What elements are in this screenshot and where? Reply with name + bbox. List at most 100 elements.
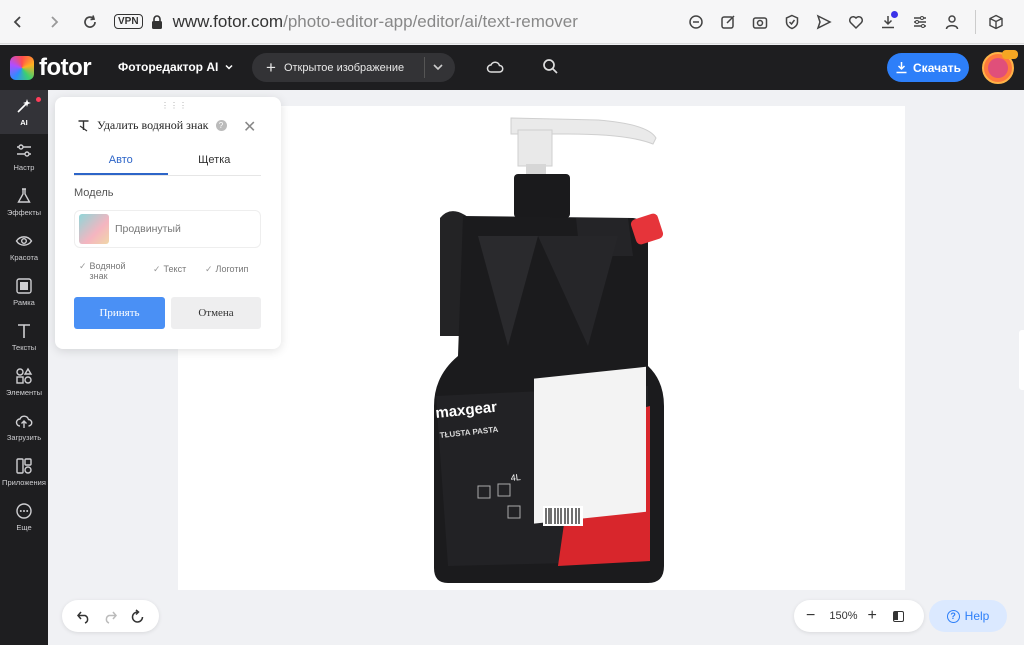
split-divider (424, 57, 425, 78)
text-remove-icon (78, 120, 89, 132)
editor-canvas[interactable]: maxgear TŁUSTA PASTA 4L (178, 106, 905, 590)
open-image-button[interactable]: + Открытое изображение (252, 53, 455, 82)
downloads-button[interactable] (876, 8, 900, 36)
browser-tools (684, 8, 964, 36)
vpn-badge[interactable]: VPN (114, 14, 143, 29)
apply-button[interactable]: Принять (74, 297, 165, 329)
sidebar-item-upload[interactable]: Загрузить (0, 405, 48, 449)
product-volume-text: 4L (510, 472, 521, 483)
mode-tabs: Авто Щетка (74, 147, 261, 176)
open-image-label: Открытое изображение (283, 61, 405, 74)
cube-icon (989, 14, 1003, 30)
check-icon: ✓ (205, 264, 213, 274)
address-bar[interactable]: www.fotor.com/photo-editor-app/editor/ai… (173, 12, 578, 32)
settings-button[interactable] (908, 8, 932, 36)
shield-check-icon (785, 14, 799, 30)
undo-icon[interactable] (76, 609, 91, 624)
edit-button[interactable] (716, 8, 740, 36)
search-page-button[interactable] (684, 8, 708, 36)
drag-handle[interactable]: ⋮⋮⋮ (161, 101, 188, 110)
chevron-down-icon[interactable] (432, 60, 444, 74)
help-icon[interactable]: ? (215, 120, 227, 131)
option-text[interactable]: ✓ Текст (153, 264, 186, 275)
fotor-logo-mark-icon (10, 56, 34, 80)
cancel-button[interactable]: Отмена (171, 297, 261, 329)
redo-icon[interactable] (103, 609, 118, 624)
fotor-logo[interactable]: fotor (10, 54, 92, 82)
download-button[interactable]: Скачать (887, 53, 969, 82)
notification-dot (36, 97, 41, 102)
model-selector[interactable]: Продвинутый (74, 210, 261, 248)
option-watermark[interactable]: ✓ Водяной знак (79, 261, 139, 281)
close-icon[interactable]: ✕ (243, 117, 256, 137)
chevron-right-icon (51, 15, 59, 28)
tab-auto[interactable]: Авто (74, 147, 168, 175)
sidebar-item-apps[interactable]: Приложения (0, 450, 48, 494)
shield-button[interactable] (780, 8, 804, 36)
sidebar-item-text[interactable]: Тексты (0, 315, 48, 359)
tool-sidebar: AI Настр Эффекты Красота Рамка Тексты Эл… (0, 90, 48, 645)
model-label: Модель (74, 187, 114, 199)
sidebar-item-elements[interactable]: Элементы (0, 360, 48, 404)
chevron-down-icon (225, 64, 233, 70)
option-label: Логотип (215, 264, 249, 274)
sidebar-item-label: AI (20, 118, 28, 127)
flask-icon (17, 188, 31, 203)
user-icon (945, 15, 959, 30)
reload-button[interactable] (76, 8, 104, 36)
sidebar-item-label: Эффекты (6, 208, 42, 217)
removal-options: ✓ Водяной знак ✓ Текст ✓ Логотип (79, 261, 269, 285)
apps-icon (16, 458, 32, 474)
eye-icon (15, 236, 33, 246)
url-domain: www.fotor.com (172, 11, 284, 31)
sidebar-item-more[interactable]: Еще (0, 495, 48, 539)
sidebar-item-adjust[interactable]: Настр (0, 135, 48, 179)
help-button[interactable]: ? Help (929, 600, 1007, 632)
side-panel-handle[interactable] (1019, 330, 1024, 390)
profile-button[interactable] (940, 8, 964, 36)
option-label: Текст (163, 264, 187, 274)
option-logo[interactable]: ✓ Логотип (205, 264, 248, 275)
sidebar-item-frame[interactable]: Рамка (0, 270, 48, 314)
help-circle-icon: ? (946, 609, 960, 623)
camera-icon (752, 17, 768, 29)
shapes-icon (16, 367, 33, 384)
send-button[interactable] (812, 8, 836, 36)
heart-icon (848, 15, 864, 30)
sidebar-item-label: Рамка (13, 298, 35, 307)
sidebar-item-ai[interactable]: AI (0, 90, 48, 134)
screenshot-button[interactable] (748, 8, 772, 36)
model-name: Продвинутый (115, 223, 181, 235)
reset-icon[interactable] (130, 608, 145, 624)
tab-brush[interactable]: Щетка (168, 147, 262, 175)
download-icon (896, 62, 907, 74)
sidebar-item-effects[interactable]: Эффекты (0, 180, 48, 224)
editor-menu-dropdown[interactable]: Фоторедактор AI (118, 60, 234, 74)
forward-button[interactable] (40, 8, 68, 36)
toolbar-divider (975, 10, 976, 34)
ai-sparkle-icon (17, 99, 31, 113)
zoom-level[interactable]: 150% (829, 610, 857, 622)
app-header: fotor Фоторедактор AI + Открытое изображ… (0, 45, 1024, 90)
sidebar-item-label: Красота (9, 253, 39, 262)
zoom-in-button[interactable]: + (867, 607, 876, 625)
sidebar-item-label: Тексты (11, 343, 37, 352)
zoom-out-button[interactable]: − (806, 607, 815, 625)
compare-view-icon[interactable] (892, 610, 904, 622)
help-label: Help (964, 609, 990, 623)
back-button[interactable] (4, 8, 32, 36)
extensions-button[interactable] (982, 8, 1010, 36)
cloud-icon[interactable] (486, 58, 504, 76)
zoom-controls: − 150% + (794, 600, 924, 632)
panel-header: Удалить водяной знак ? (77, 118, 227, 133)
edit-icon (721, 15, 735, 29)
favorites-button[interactable] (844, 8, 868, 36)
lock-icon (151, 14, 162, 29)
product-photo[interactable]: maxgear TŁUSTA PASTA 4L (178, 106, 905, 590)
sidebar-item-beauty[interactable]: Красота (0, 225, 48, 269)
text-icon (18, 324, 30, 338)
search-icon[interactable] (542, 58, 559, 75)
plus-icon: + (266, 57, 276, 77)
option-label: Водяной знак (89, 261, 126, 281)
chat-search-icon (689, 15, 703, 29)
